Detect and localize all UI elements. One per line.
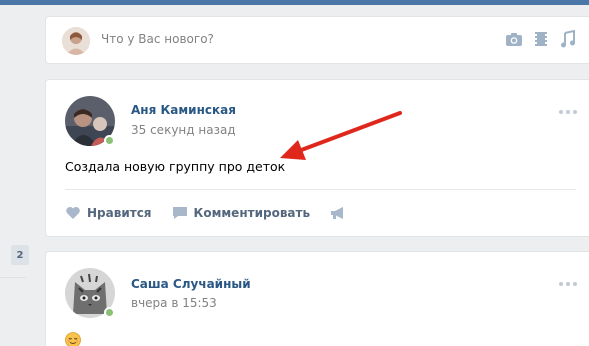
post-menu-button[interactable]	[559, 110, 577, 114]
more-dot-icon	[559, 110, 563, 114]
video-icon[interactable]	[532, 30, 550, 48]
post-author[interactable]: Аня Каминская	[131, 103, 236, 117]
left-divider	[0, 277, 26, 278]
like-button[interactable]: Нравится	[65, 206, 152, 220]
post-emoji	[65, 332, 81, 346]
comment-button[interactable]: Комментировать	[172, 206, 311, 220]
avatar[interactable]	[62, 27, 90, 55]
megaphone-icon	[331, 207, 344, 219]
post-menu-button[interactable]	[559, 282, 577, 286]
post-divider	[65, 189, 576, 190]
camera-icon[interactable]	[505, 30, 523, 48]
more-dot-icon	[566, 110, 570, 114]
more-dot-icon	[566, 282, 570, 286]
post-time[interactable]: вчера в 15:53	[131, 296, 217, 310]
music-icon[interactable]	[559, 29, 577, 48]
post-actions: Нравится Комментировать	[65, 206, 372, 220]
composer-placeholder[interactable]: Что у Вас нового?	[101, 32, 214, 46]
page-counter-badge[interactable]: 2	[11, 245, 29, 265]
comment-label: Комментировать	[193, 206, 311, 220]
more-dot-icon	[573, 110, 577, 114]
online-indicator	[104, 135, 115, 146]
like-label: Нравится	[87, 206, 152, 220]
feed-post: Саша Случайный вчера в 15:53	[45, 251, 589, 346]
more-dot-icon	[559, 282, 563, 286]
post-author[interactable]: Саша Случайный	[131, 277, 251, 291]
more-dot-icon	[573, 282, 577, 286]
heart-icon	[66, 207, 80, 219]
user-photo-icon	[62, 27, 90, 55]
relieved-face-icon	[65, 332, 81, 346]
comment-icon	[172, 207, 187, 219]
online-indicator	[104, 307, 115, 318]
share-button[interactable]	[330, 206, 352, 220]
post-composer[interactable]: Что у Вас нового?	[45, 16, 589, 64]
top-bar	[0, 0, 589, 5]
composer-tools	[505, 29, 577, 48]
post-text: Создала новую группу про деток	[65, 159, 286, 174]
post-time[interactable]: 35 секунд назад	[131, 123, 236, 137]
feed-post: Аня Каминская 35 секунд назад Создала но…	[45, 79, 589, 237]
